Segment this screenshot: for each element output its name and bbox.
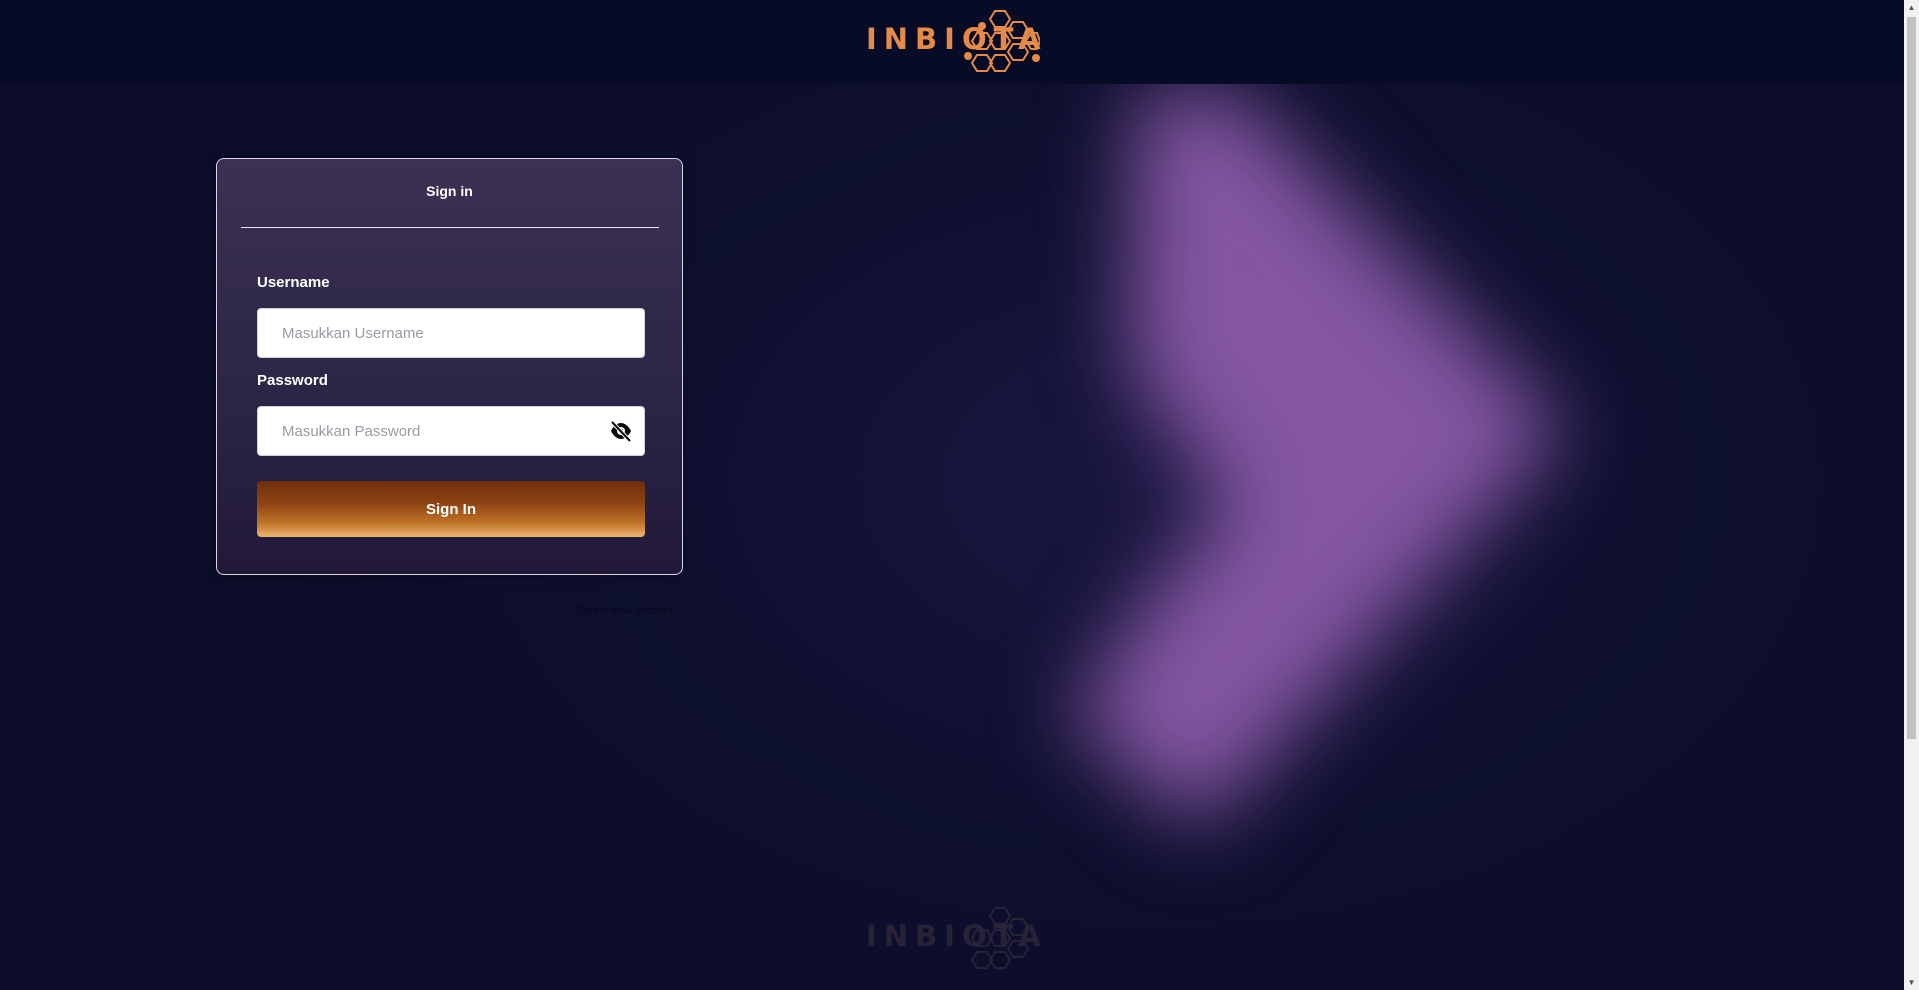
signin-button[interactable]: Sign In xyxy=(257,481,645,537)
username-input[interactable] xyxy=(257,308,645,358)
scroll-down-arrow-icon[interactable]: ▼ xyxy=(1904,975,1919,990)
signin-card: Sign in Username Password Sign In xyxy=(216,158,683,575)
password-label: Password xyxy=(257,372,328,389)
title-divider xyxy=(241,227,659,228)
eye-slash-icon xyxy=(610,420,632,443)
brand-logo: INBIOTA xyxy=(864,8,1042,74)
password-visibility-toggle[interactable] xyxy=(609,420,633,443)
scrollbar-thumb[interactable] xyxy=(1907,17,1916,739)
vertical-scrollbar[interactable]: ▲ ▼ xyxy=(1904,0,1919,990)
password-input[interactable] xyxy=(257,406,645,456)
username-label: Username xyxy=(257,274,330,291)
create-account-link[interactable]: Create new account xyxy=(575,605,673,617)
footer-logo: INBIOTA xyxy=(864,905,1042,971)
top-header: INBIOTA xyxy=(0,0,1904,84)
footer-logo-wordmark: INBIOTA xyxy=(866,919,1048,953)
logo-wordmark: INBIOTA xyxy=(866,22,1048,56)
background-glow xyxy=(1070,90,1565,830)
signin-title: Sign in xyxy=(426,183,473,199)
scroll-up-arrow-icon[interactable]: ▲ xyxy=(1904,0,1919,15)
login-page: INBIOTA Sign in Username Password Sign I… xyxy=(0,0,1919,990)
